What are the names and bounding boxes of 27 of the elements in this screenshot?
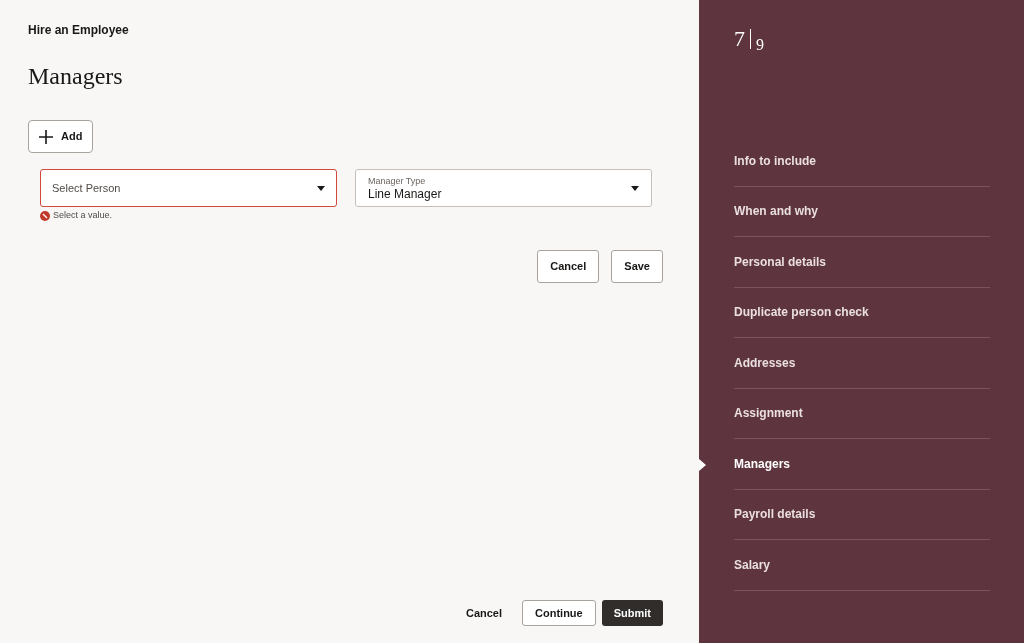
breadcrumb: Hire an Employee [28, 22, 130, 39]
step-item[interactable]: Addresses [734, 353, 796, 372]
cancel-button[interactable]: Cancel [537, 249, 600, 283]
manager-type-field[interactable]: Manager Type Line Manager [355, 169, 652, 207]
add-button[interactable]: Add [28, 120, 94, 153]
step-item[interactable]: Managers [734, 454, 791, 473]
current-step-number: 7 [734, 28, 745, 50]
step-item[interactable]: Personal details [734, 252, 827, 271]
step-item[interactable]: Assignment [734, 404, 803, 423]
step-item[interactable]: When and why [734, 202, 818, 221]
submit-button[interactable]: Submit [601, 600, 663, 626]
step-item[interactable]: Payroll details [734, 505, 816, 524]
plus-icon [39, 129, 53, 144]
select-person-field[interactable]: Select Person [40, 169, 337, 207]
step-item[interactable]: Info to include [734, 151, 816, 170]
continue-button[interactable]: Continue [522, 600, 596, 626]
separator-line [750, 29, 751, 49]
error-message: Select a value. [53, 209, 113, 222]
total-steps-number: 9 [756, 37, 764, 53]
save-button[interactable]: Save [611, 249, 663, 283]
cancel-button[interactable]: Cancel [451, 600, 517, 626]
page-title: Managers [28, 62, 124, 91]
step-item[interactable]: Salary [734, 555, 771, 574]
error-icon [40, 210, 50, 221]
dropdown-caret-icon [317, 185, 325, 191]
dropdown-caret-icon [631, 185, 639, 191]
step-item[interactable]: Duplicate person check [734, 303, 869, 322]
